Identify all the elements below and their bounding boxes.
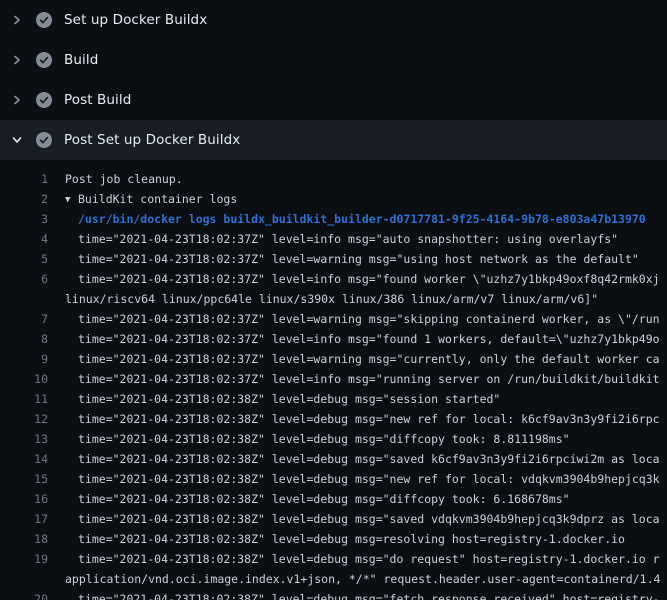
- log-command-text: /usr/bin/docker logs buildx_buildkit_bui…: [78, 209, 646, 229]
- log-line-15: 15 time="2021-04-23T18:02:38Z" level=deb…: [0, 469, 667, 489]
- triangle-down-icon[interactable]: ▼: [65, 190, 78, 209]
- log-line-3: 3 /usr/bin/docker logs buildx_buildkit_b…: [0, 209, 667, 229]
- log-line-2: 2 ▼BuildKit container logs: [0, 189, 667, 209]
- log-line-number[interactable]: 5: [0, 249, 48, 269]
- log-line-4: 4 time="2021-04-23T18:02:37Z" level=info…: [0, 229, 667, 249]
- log-line-12: 12 time="2021-04-23T18:02:38Z" level=deb…: [0, 409, 667, 429]
- actions-log-panel: Set up Docker Buildx Build P: [0, 0, 667, 600]
- chevron-right-icon: [10, 94, 24, 106]
- log-line-number[interactable]: 20: [0, 589, 48, 600]
- log-line-number[interactable]: 12: [0, 409, 48, 429]
- chevron-right-icon: [10, 14, 24, 26]
- log-line-text: time="2021-04-23T18:02:37Z" level=warnin…: [78, 249, 639, 269]
- log-line-11: 11 time="2021-04-23T18:02:38Z" level=deb…: [0, 389, 667, 409]
- log-line-number[interactable]: 18: [0, 529, 48, 549]
- log-line-text: time="2021-04-23T18:02:37Z" level=info m…: [78, 269, 660, 289]
- log-line-text: time="2021-04-23T18:02:38Z" level=debug …: [78, 589, 660, 600]
- log-line-text: time="2021-04-23T18:02:38Z" level=debug …: [78, 469, 660, 489]
- log-line-text: time="2021-04-23T18:02:38Z" level=debug …: [78, 529, 625, 549]
- log-line-number[interactable]: 4: [0, 229, 48, 249]
- step-label: Build: [64, 52, 98, 68]
- check-circle-icon: [36, 92, 52, 108]
- step-label: Post Build: [64, 92, 131, 108]
- log-line-9: 9 time="2021-04-23T18:02:37Z" level=warn…: [0, 349, 667, 369]
- log-line-text: time="2021-04-23T18:02:37Z" level=warnin…: [78, 309, 660, 329]
- log-line-text: time="2021-04-23T18:02:38Z" level=debug …: [78, 509, 660, 529]
- log-line-number[interactable]: 10: [0, 369, 48, 389]
- log-line-number[interactable]: 17: [0, 509, 48, 529]
- check-circle-icon: [36, 12, 52, 28]
- log-line-10: 10 time="2021-04-23T18:02:37Z" level=inf…: [0, 369, 667, 389]
- log-line-number[interactable]: 16: [0, 489, 48, 509]
- log-line-text: time="2021-04-23T18:02:38Z" level=debug …: [78, 449, 660, 469]
- log-line-number[interactable]: 11: [0, 389, 48, 409]
- log-line-text: application/vnd.oci.image.index.v1+json,…: [65, 569, 660, 589]
- log-line-number[interactable]: 14: [0, 449, 48, 469]
- log-line-number[interactable]: 8: [0, 329, 48, 349]
- check-circle-icon: [36, 132, 52, 148]
- log-line-text: time="2021-04-23T18:02:38Z" level=debug …: [78, 409, 660, 429]
- log-group-title[interactable]: ▼BuildKit container logs: [65, 189, 237, 209]
- log-line-text: time="2021-04-23T18:02:38Z" level=debug …: [78, 549, 660, 569]
- log-line-text: time="2021-04-23T18:02:38Z" level=debug …: [78, 429, 570, 449]
- log-line-number[interactable]: 19: [0, 549, 48, 569]
- log-line-20: 20 time="2021-04-23T18:02:38Z" level=deb…: [0, 589, 667, 600]
- log-line-number: [0, 569, 48, 589]
- log-line-number[interactable]: 15: [0, 469, 48, 489]
- log-line-16: 16 time="2021-04-23T18:02:38Z" level=deb…: [0, 489, 667, 509]
- log-line-8: 8 time="2021-04-23T18:02:37Z" level=info…: [0, 329, 667, 349]
- log-line-number: [0, 289, 48, 309]
- log-line-19: 19 time="2021-04-23T18:02:38Z" level=deb…: [0, 549, 667, 569]
- chevron-down-icon: [10, 134, 24, 146]
- log-line-5: 5 time="2021-04-23T18:02:37Z" level=warn…: [0, 249, 667, 269]
- log-line-continuation: linux/riscv64 linux/ppc64le linux/s390x …: [0, 289, 667, 309]
- log-line-number[interactable]: 1: [0, 169, 48, 189]
- log-line-13: 13 time="2021-04-23T18:02:38Z" level=deb…: [0, 429, 667, 449]
- step-label: Post Set up Docker Buildx: [64, 132, 240, 148]
- log-line-number[interactable]: 9: [0, 349, 48, 369]
- log-line-text: time="2021-04-23T18:02:37Z" level=info m…: [78, 369, 660, 389]
- log-line-text: Post job cleanup.: [65, 169, 183, 189]
- check-circle-icon: [36, 52, 52, 68]
- log-line-text: time="2021-04-23T18:02:38Z" level=debug …: [78, 389, 500, 409]
- log-line-text: time="2021-04-23T18:02:37Z" level=info m…: [78, 329, 660, 349]
- step-row-build[interactable]: Build: [0, 40, 667, 80]
- log-line-7: 7 time="2021-04-23T18:02:37Z" level=warn…: [0, 309, 667, 329]
- step-label: Set up Docker Buildx: [64, 12, 207, 28]
- chevron-right-icon: [10, 54, 24, 66]
- log-line-text: time="2021-04-23T18:02:38Z" level=debug …: [78, 489, 570, 509]
- log-line-text: time="2021-04-23T18:02:37Z" level=info m…: [78, 229, 618, 249]
- log-line-number[interactable]: 6: [0, 269, 48, 289]
- step-list: Set up Docker Buildx Build P: [0, 0, 667, 160]
- log-line-1: 1 Post job cleanup.: [0, 169, 667, 189]
- log-line-number[interactable]: 13: [0, 429, 48, 449]
- log-line-number[interactable]: 2: [0, 189, 48, 209]
- step-row-set-up-docker-buildx[interactable]: Set up Docker Buildx: [0, 0, 667, 40]
- log-viewer: 1 Post job cleanup. 2 ▼BuildKit containe…: [0, 160, 667, 600]
- log-line-continuation: application/vnd.oci.image.index.v1+json,…: [0, 569, 667, 589]
- log-line-14: 14 time="2021-04-23T18:02:38Z" level=deb…: [0, 449, 667, 469]
- log-line-text: time="2021-04-23T18:02:37Z" level=warnin…: [78, 349, 660, 369]
- log-line-6: 6 time="2021-04-23T18:02:37Z" level=info…: [0, 269, 667, 289]
- log-line-number[interactable]: 3: [0, 209, 48, 229]
- step-row-post-set-up-docker-buildx[interactable]: Post Set up Docker Buildx: [0, 120, 667, 160]
- step-row-post-build[interactable]: Post Build: [0, 80, 667, 120]
- log-line-18: 18 time="2021-04-23T18:02:38Z" level=deb…: [0, 529, 667, 549]
- log-line-17: 17 time="2021-04-23T18:02:38Z" level=deb…: [0, 509, 667, 529]
- log-line-text: linux/riscv64 linux/ppc64le linux/s390x …: [65, 289, 598, 309]
- log-line-number[interactable]: 7: [0, 309, 48, 329]
